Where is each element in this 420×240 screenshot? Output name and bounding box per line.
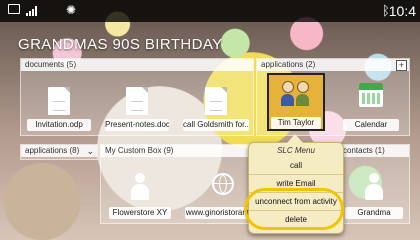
clock: 10:4 (388, 3, 416, 19)
image-icon (8, 4, 20, 14)
globe-icon (212, 173, 234, 195)
document-tile-call-goldsmith[interactable]: call Goldsmith for... (181, 73, 251, 131)
documents-header[interactable]: documents (5) (21, 59, 253, 71)
person-icon (363, 173, 385, 201)
contact-tile-flowerstore[interactable]: Flowerstore XY (107, 161, 173, 219)
tile-label: call Goldsmith for... (183, 119, 249, 131)
app-tile-calendar[interactable]: Calendar (341, 73, 401, 131)
document-icon (126, 87, 148, 115)
tile-label: Calendar (343, 119, 399, 131)
custom-box: My Custom Box (9) Flowerstore XY www.gin… (100, 144, 268, 224)
contacts-header[interactable]: contacts (1) (339, 145, 409, 157)
documents-box: documents (5) Invitation.odp Present-not… (20, 58, 254, 136)
tile-label: Flowerstore XY (109, 207, 171, 219)
menu-item-call[interactable]: call (249, 157, 343, 174)
brightness-icon: ✺ (66, 3, 77, 17)
contacts-box: contacts (1) Grandma (338, 144, 410, 224)
document-icon (48, 87, 70, 115)
tile-label: Present-notes.doc (105, 119, 169, 131)
applications-header[interactable]: applications (2) (257, 59, 409, 71)
signal-icon (26, 6, 37, 19)
person-icon (129, 173, 151, 201)
contact-tile-tim-taylor[interactable]: Tim Taylor (267, 73, 325, 131)
page-title: GRANDMAS 90S BIRTHDAY (18, 36, 223, 53)
document-tile-invitation[interactable]: Invitation.odp (25, 73, 93, 131)
chevron-down-icon[interactable]: ⌄ (86, 145, 94, 157)
highlight-ring (244, 188, 344, 230)
tile-label: Invitation.odp (27, 119, 91, 131)
contact-tile-grandma[interactable]: Grandma (343, 161, 405, 219)
applications-box: applications (2) + Tim Taylor Calendar (256, 58, 410, 136)
status-bar: ✺ ᛒ 10:4 (0, 0, 420, 22)
tile-label: Tim Taylor (271, 117, 321, 129)
document-icon (205, 87, 227, 115)
add-button[interactable]: + (396, 60, 407, 71)
applications-collapsed-box: applications (8) ⌄ (20, 144, 98, 160)
document-tile-present-notes[interactable]: Present-notes.doc (103, 73, 171, 131)
tile-label: Grandma (345, 207, 403, 219)
custom-box-header[interactable]: My Custom Box (9) (101, 145, 267, 157)
calendar-icon (359, 83, 383, 107)
slc-menu-title: SLC Menu (277, 146, 315, 155)
contacts-icon (281, 81, 311, 106)
